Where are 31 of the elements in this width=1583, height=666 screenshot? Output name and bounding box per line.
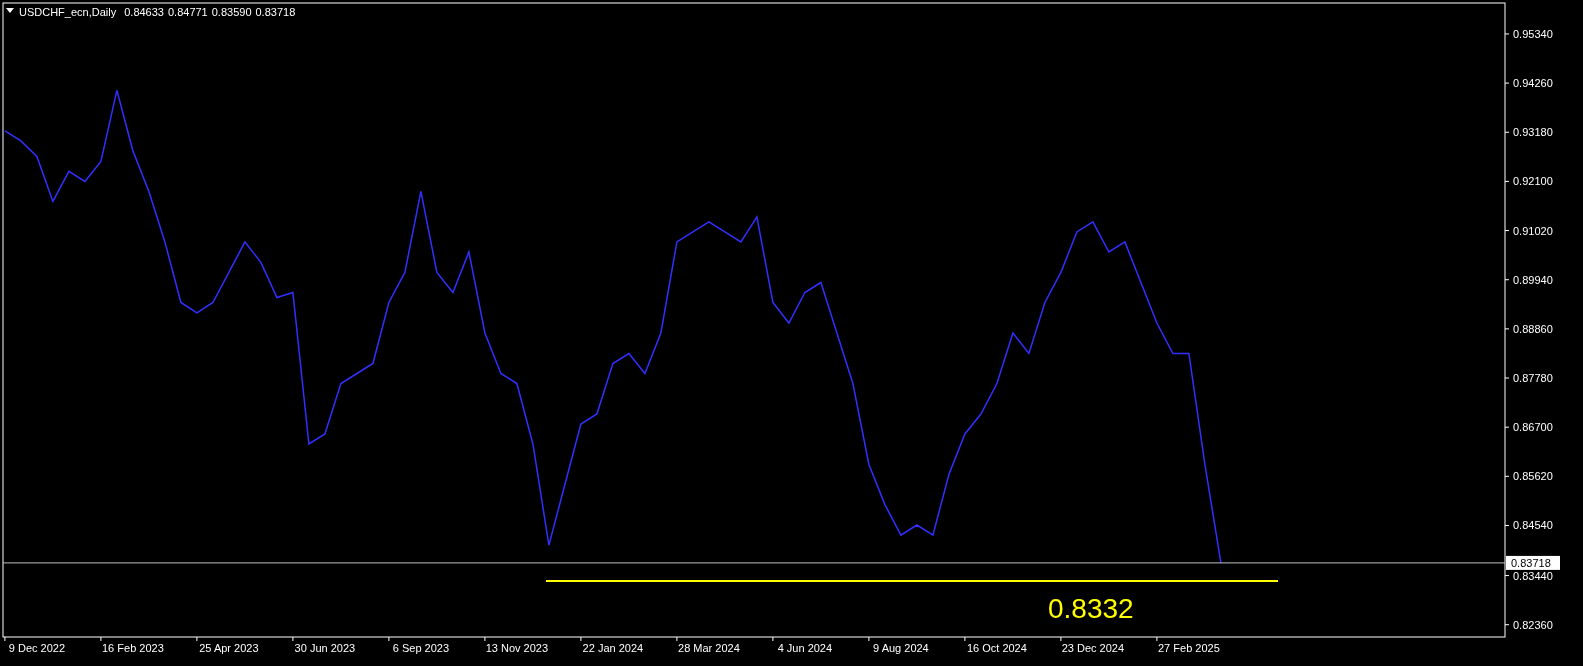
date-axis-label: 13 Nov 2023 bbox=[485, 642, 549, 654]
date-axis-label: 30 Jun 2023 bbox=[294, 642, 356, 654]
price-axis-label: 0.91020 bbox=[1513, 224, 1553, 237]
date-axis-label: 9 Aug 2024 bbox=[873, 642, 929, 654]
price-axis-label: 0.92100 bbox=[1513, 175, 1553, 188]
date-axis-label: 22 Jan 2024 bbox=[582, 642, 644, 654]
level-label: 0.8332 bbox=[1048, 593, 1134, 624]
price-axis-label: 0.82360 bbox=[1513, 618, 1553, 631]
price-axis-label: 0.86700 bbox=[1513, 421, 1553, 434]
date-axis-label: 25 Apr 2023 bbox=[199, 642, 259, 654]
price-axis-label: 0.87780 bbox=[1513, 372, 1553, 385]
chart-title: USDCHF_ecn,Daily 0.84633 0.84771 0.83590 0.83718 bbox=[19, 6, 296, 18]
current-price-tag: 0.83718 bbox=[1506, 555, 1560, 570]
price-axis-label: 0.93180 bbox=[1513, 126, 1553, 139]
price-axis-label: 0.89940 bbox=[1513, 273, 1553, 286]
date-axis-label: 9 Dec 2022 bbox=[8, 642, 66, 654]
date-axis-label: 6 Sep 2023 bbox=[392, 642, 450, 654]
price-axis-label: 0.83440 bbox=[1513, 569, 1553, 582]
price-axis-label: 0.84540 bbox=[1513, 519, 1553, 532]
date-axis-label: 16 Feb 2023 bbox=[102, 642, 164, 654]
date-axis-label: 23 Dec 2024 bbox=[1061, 642, 1125, 654]
price-axis-label: 0.88860 bbox=[1513, 322, 1553, 335]
price-axis-label: 0.94260 bbox=[1513, 77, 1553, 90]
dropdown-triangle-icon[interactable] bbox=[6, 8, 14, 13]
date-axis-label: 4 Jun 2024 bbox=[777, 642, 833, 654]
price-axis-label: 0.95340 bbox=[1513, 27, 1553, 40]
ref-line-label: 0.83718 bbox=[1511, 556, 1551, 569]
date-axis-label: 27 Feb 2025 bbox=[1158, 642, 1220, 654]
date-axis-label: 16 Oct 2024 bbox=[966, 642, 1027, 654]
price-axis-label: 0.85620 bbox=[1513, 470, 1553, 483]
date-axis-label: 28 Mar 2024 bbox=[678, 642, 740, 654]
